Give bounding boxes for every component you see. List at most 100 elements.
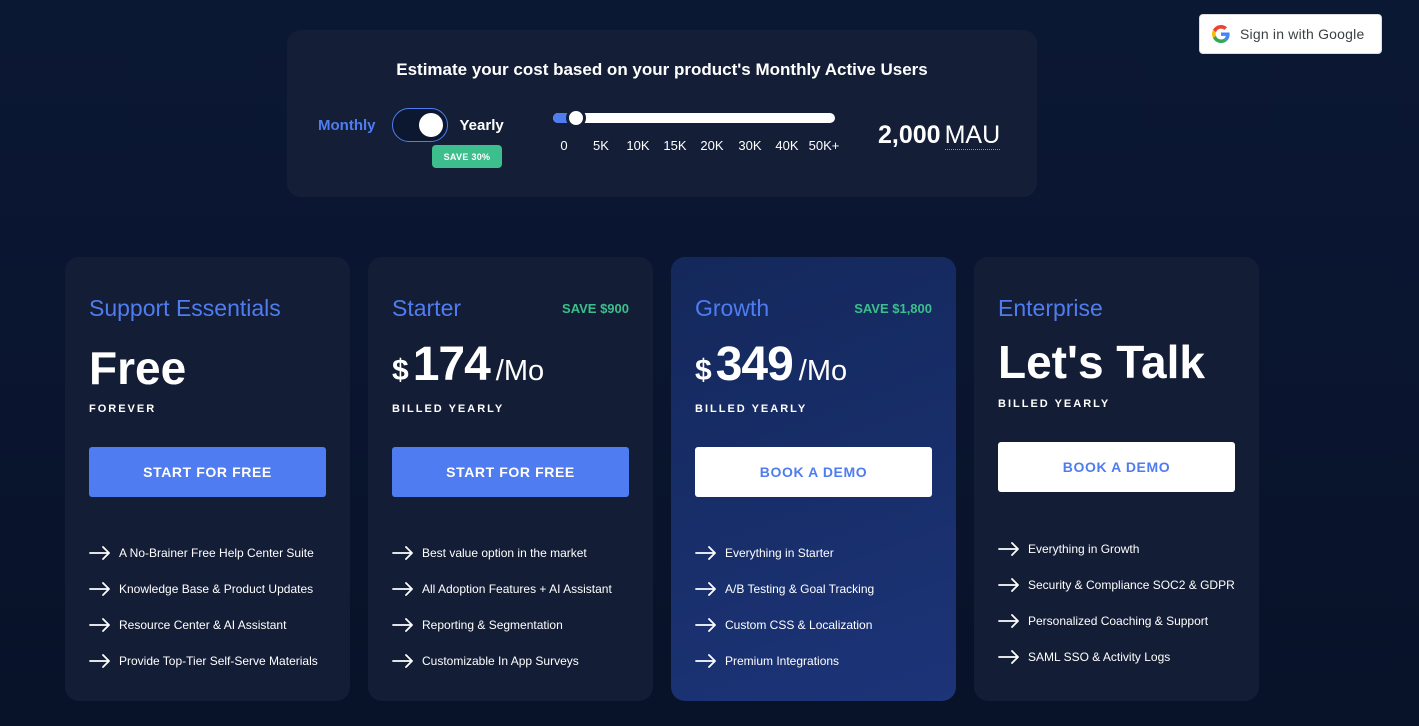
- feature-text: Reporting & Segmentation: [422, 618, 563, 632]
- google-logo-icon: [1212, 25, 1230, 43]
- arrow-right-icon: [89, 582, 110, 596]
- billing-note: FOREVER: [89, 403, 157, 415]
- feature-text: Customizable In App Surveys: [422, 654, 579, 668]
- arrow-right-icon: [998, 578, 1019, 592]
- plan-name: Support Essentials: [89, 295, 281, 321]
- plan-name: Starter: [392, 295, 462, 321]
- arrow-right-icon: [392, 618, 413, 632]
- sign-in-with-google-button[interactable]: Sign in with Google: [1199, 14, 1382, 54]
- feature-list: Best value option in the market All Adop…: [392, 535, 612, 679]
- start-for-free-button[interactable]: START FOR FREE: [392, 447, 629, 497]
- toggle-knob: [418, 113, 443, 137]
- start-for-free-button[interactable]: START FOR FREE: [89, 447, 326, 497]
- plan-name: Growth: [695, 295, 770, 321]
- slider-tick: 10K: [626, 138, 650, 153]
- yearly-save-badge: SAVE 30%: [432, 145, 502, 168]
- feature-text: Resource Center & AI Assistant: [119, 618, 287, 632]
- plan-name: Enterprise: [998, 295, 1103, 321]
- feature-text: Knowledge Base & Product Updates: [119, 582, 314, 596]
- feature-text: Custom CSS & Localization: [725, 618, 873, 632]
- arrow-right-icon: [695, 654, 716, 668]
- arrow-right-icon: [89, 546, 110, 560]
- feature-item: Reporting & Segmentation: [392, 607, 612, 643]
- arrow-right-icon: [998, 542, 1019, 556]
- slider-tick: 40K: [775, 138, 799, 153]
- plan-price: $ 349 /Mo: [695, 337, 847, 392]
- feature-list: A No-Brainer Free Help Center Suite Know…: [89, 535, 318, 679]
- feature-text: A/B Testing & Goal Tracking: [725, 582, 875, 596]
- feature-item: A No-Brainer Free Help Center Suite: [89, 535, 318, 571]
- slider-tick: 50K+: [808, 138, 840, 153]
- price-amount: 174: [412, 338, 491, 391]
- arrow-right-icon: [392, 654, 413, 668]
- mau-unit[interactable]: MAU: [944, 121, 1001, 150]
- feature-item: A/B Testing & Goal Tracking: [695, 571, 874, 607]
- slider-tick: 15K: [663, 138, 687, 153]
- arrow-right-icon: [695, 618, 716, 632]
- slider-tick: 20K: [700, 138, 724, 153]
- billing-period-toggle[interactable]: [391, 108, 448, 142]
- plan-savings: SAVE $1,800: [854, 301, 932, 316]
- plan-price: $ 174 /Mo: [392, 337, 544, 392]
- slider-track: [553, 113, 835, 123]
- google-sign-in-label: Sign in with Google: [1240, 26, 1365, 42]
- arrow-right-icon: [89, 654, 110, 668]
- feature-text: Provide Top-Tier Self-Serve Materials: [119, 654, 318, 668]
- book-a-demo-button[interactable]: BOOK A DEMO: [998, 442, 1235, 492]
- mau-cost-estimator: Estimate your cost based on your product…: [287, 30, 1037, 197]
- arrow-right-icon: [998, 614, 1019, 628]
- mau-slider[interactable]: [553, 108, 835, 128]
- slider-tick: 0: [560, 138, 568, 153]
- yearly-label[interactable]: Yearly: [460, 117, 504, 134]
- slider-tick-labels: 0 5K 10K 15K 20K 30K 40K 50K+: [553, 138, 843, 156]
- price-currency: $: [392, 354, 409, 387]
- feature-item: Provide Top-Tier Self-Serve Materials: [89, 643, 318, 679]
- estimator-title: Estimate your cost based on your product…: [396, 60, 928, 79]
- billing-period-toggle-group: Monthly Yearly: [318, 108, 504, 142]
- book-a-demo-button[interactable]: BOOK A DEMO: [695, 447, 932, 497]
- slider-thumb[interactable]: [565, 108, 586, 128]
- monthly-label[interactable]: Monthly: [318, 117, 376, 134]
- feature-item: Security & Compliance SOC2 & GDPR: [998, 567, 1235, 603]
- feature-text: Everything in Starter: [725, 546, 834, 560]
- mau-readout: 2,000 MAU: [878, 121, 1001, 150]
- plan-price: Let's Talk: [998, 336, 1205, 388]
- plan-card-growth: Growth SAVE $1,800 $ 349 /Mo BILLED YEAR…: [671, 257, 956, 701]
- slider-tick: 5K: [593, 138, 609, 153]
- plan-card-enterprise: Enterprise Let's Talk BILLED YEARLY BOOK…: [974, 257, 1259, 701]
- arrow-right-icon: [392, 582, 413, 596]
- arrow-right-icon: [695, 546, 716, 560]
- billing-note: BILLED YEARLY: [392, 403, 505, 415]
- price-currency: $: [695, 354, 712, 387]
- feature-item: Best value option in the market: [392, 535, 612, 571]
- price-amount: 349: [715, 338, 794, 391]
- feature-item: All Adoption Features + AI Assistant: [392, 571, 612, 607]
- feature-item: Resource Center & AI Assistant: [89, 607, 318, 643]
- feature-item: Everything in Growth: [998, 531, 1235, 567]
- feature-item: Personalized Coaching & Support: [998, 603, 1235, 639]
- plan-card-starter: Starter SAVE $900 $ 174 /Mo BILLED YEARL…: [368, 257, 653, 701]
- feature-text: Premium Integrations: [725, 654, 840, 668]
- feature-text: Everything in Growth: [1028, 542, 1140, 556]
- feature-text: Personalized Coaching & Support: [1028, 614, 1209, 628]
- feature-list: Everything in Starter A/B Testing & Goal…: [695, 535, 874, 679]
- feature-item: SAML SSO & Activity Logs: [998, 639, 1235, 675]
- price-period: /Mo: [798, 355, 848, 387]
- feature-text: All Adoption Features + AI Assistant: [422, 582, 612, 596]
- feature-item: Everything in Starter: [695, 535, 874, 571]
- plan-price: Free: [89, 342, 187, 394]
- arrow-right-icon: [392, 546, 413, 560]
- plan-savings: SAVE $900: [562, 301, 629, 316]
- mau-value: 2,000: [878, 121, 941, 149]
- feature-item: Custom CSS & Localization: [695, 607, 874, 643]
- arrow-right-icon: [695, 582, 716, 596]
- feature-text: Security & Compliance SOC2 & GDPR: [1028, 578, 1235, 592]
- feature-list: Everything in Growth Security & Complian…: [998, 531, 1235, 675]
- arrow-right-icon: [89, 618, 110, 632]
- billing-note: BILLED YEARLY: [998, 398, 1111, 410]
- feature-item: Customizable In App Surveys: [392, 643, 612, 679]
- feature-item: Premium Integrations: [695, 643, 874, 679]
- slider-tick: 30K: [738, 138, 762, 153]
- feature-item: Knowledge Base & Product Updates: [89, 571, 318, 607]
- plan-card-support-essentials: Support Essentials Free FOREVER START FO…: [65, 257, 350, 701]
